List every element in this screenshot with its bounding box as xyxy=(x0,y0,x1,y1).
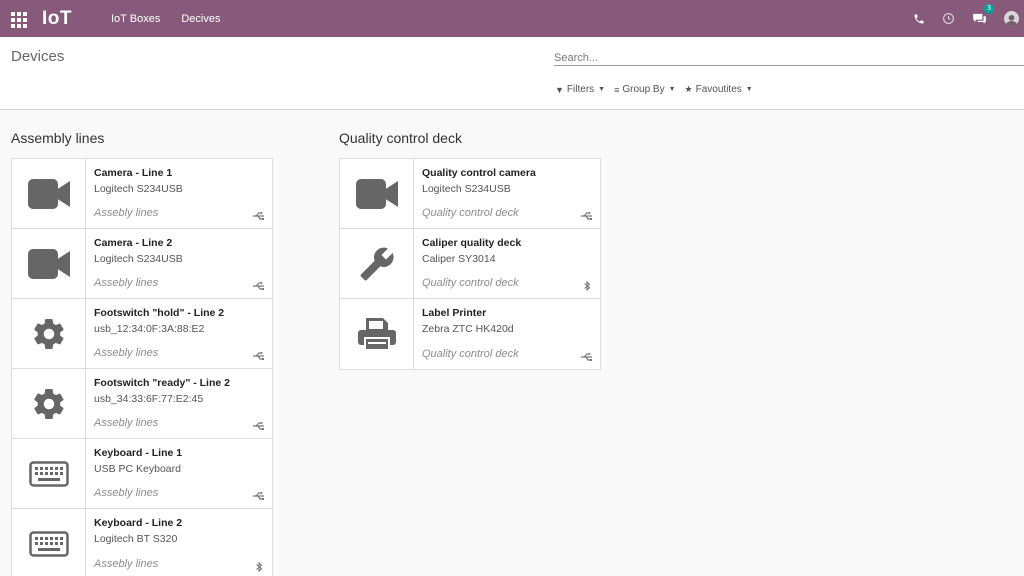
device-card-body: Caliper quality deck Caliper SY3014 Qualit… xyxy=(414,229,600,298)
menu-devices[interactable]: Decives xyxy=(181,13,220,25)
gear-icon xyxy=(12,299,86,368)
device-location: Assebly lines xyxy=(94,558,159,570)
wrench-icon xyxy=(340,229,414,298)
control-panel: Devices ▼ Filters ▼ ≡ Group By ▼ ★ Favou… xyxy=(0,37,1024,110)
device-location: Assebly lines xyxy=(94,417,159,429)
clock-icon[interactable] xyxy=(942,12,955,25)
app-title: IoT xyxy=(42,7,72,29)
device-card[interactable]: Footswitch "ready" - Line 2 usb_34:33:6F:… xyxy=(12,369,272,439)
device-list-assembly-lines: Camera - Line 1 Logitech S234USB Assebly l… xyxy=(11,158,273,576)
gear-icon xyxy=(12,369,86,438)
caret-down-icon: ▼ xyxy=(668,86,676,93)
bluetooth-icon xyxy=(253,559,265,573)
filters-button[interactable]: ▼ Filters ▼ xyxy=(555,84,605,95)
usb-icon xyxy=(581,349,593,361)
printer-icon xyxy=(340,299,414,369)
device-model: USB PC Keyboard xyxy=(94,463,181,475)
search-input[interactable] xyxy=(554,51,1024,66)
device-card-body: Footswitch "ready" - Line 2 usb_34:33:6F:… xyxy=(86,369,272,438)
device-card[interactable]: Camera - Line 2 Logitech S234USB Assebly l… xyxy=(12,229,272,299)
camera-icon xyxy=(12,159,86,228)
device-name: Keyboard - Line 1 xyxy=(94,447,183,459)
filter-icon: ▼ xyxy=(555,84,564,95)
device-model: usb_12:34:0F:3A:88:E2 xyxy=(94,323,205,335)
device-card[interactable]: Camera - Line 1 Logitech S234USB Assebly l… xyxy=(12,159,272,229)
apps-menu-icon[interactable] xyxy=(11,11,27,28)
usb-icon xyxy=(253,348,265,360)
device-model: Logitech BT S320 xyxy=(94,533,178,545)
device-card-body: Quality control camera Logitech S234USB Qu… xyxy=(414,159,600,228)
device-name: Camera - Line 2 xyxy=(94,237,173,249)
group-title-quality-control: Quality control deck xyxy=(339,130,462,146)
device-location: Assebly lines xyxy=(94,277,159,289)
chat-icon[interactable]: 3 xyxy=(972,4,994,25)
device-card[interactable]: Quality control camera Logitech S234USB Qu… xyxy=(340,159,600,229)
device-name: Keyboard - Line 2 xyxy=(94,517,183,529)
top-navbar: IoT IoT Boxes Decives 3 xyxy=(0,0,1024,37)
device-name: Caliper quality deck xyxy=(422,237,522,249)
device-name: Camera - Line 1 xyxy=(94,167,173,179)
device-card-body: Footswitch "hold" - Line 2 usb_12:34:0F:3… xyxy=(86,299,272,368)
device-model: Zebra ZTC HK420d xyxy=(422,323,514,335)
device-name: Quality control camera xyxy=(422,167,536,179)
bluetooth-icon xyxy=(581,278,593,292)
keyboard-icon xyxy=(12,439,86,508)
device-card[interactable]: Keyboard - Line 2 Logitech BT S320 Assebly… xyxy=(12,509,272,576)
device-list-quality-control: Quality control camera Logitech S234USB Qu… xyxy=(339,158,601,370)
device-model: Logitech S234USB xyxy=(94,183,183,195)
device-location: Quality control deck xyxy=(422,348,519,360)
usb-icon xyxy=(581,208,593,220)
device-card[interactable]: Label Printer Zebra ZTC HK420d Quality con… xyxy=(340,299,600,369)
group-by-button[interactable]: ≡ Group By ▼ xyxy=(614,84,675,95)
menu-iot-boxes[interactable]: IoT Boxes xyxy=(111,13,160,25)
device-name: Footswitch "hold" - Line 2 xyxy=(94,307,225,319)
device-model: Caliper SY3014 xyxy=(422,253,496,265)
device-card[interactable]: Caliper quality deck Caliper SY3014 Qualit… xyxy=(340,229,600,299)
favorites-label: Favoutites xyxy=(695,84,742,95)
usb-icon xyxy=(253,488,265,500)
usb-icon xyxy=(253,418,265,430)
camera-icon xyxy=(12,229,86,298)
device-location: Assebly lines xyxy=(94,347,159,359)
caret-down-icon: ▼ xyxy=(598,86,606,93)
keyboard-icon xyxy=(12,509,86,576)
user-avatar[interactable] xyxy=(1004,11,1019,26)
camera-icon xyxy=(340,159,414,228)
device-card-body: Label Printer Zebra ZTC HK420d Quality con… xyxy=(414,299,600,369)
device-location: Quality control deck xyxy=(422,277,519,289)
usb-icon xyxy=(253,278,265,290)
device-name: Footswitch "ready" - Line 2 xyxy=(94,377,230,389)
device-card[interactable]: Footswitch "hold" - Line 2 usb_12:34:0F:3… xyxy=(12,299,272,369)
phone-icon[interactable] xyxy=(913,13,925,25)
device-model: Logitech S234USB xyxy=(422,183,511,195)
favorites-button[interactable]: ★ Favoutites ▼ xyxy=(685,84,753,95)
device-card-body: Keyboard - Line 2 Logitech BT S320 Assebly… xyxy=(86,509,272,576)
device-card-body: Camera - Line 2 Logitech S234USB Assebly l… xyxy=(86,229,272,298)
caret-down-icon: ▼ xyxy=(745,86,753,93)
group-by-label: Group By xyxy=(622,84,665,95)
device-location: Assebly lines xyxy=(94,207,159,219)
device-location: Assebly lines xyxy=(94,487,159,499)
list-icon: ≡ xyxy=(614,84,620,95)
star-icon: ★ xyxy=(684,84,693,94)
device-location: Quality control deck xyxy=(422,207,519,219)
device-card-body: Camera - Line 1 Logitech S234USB Assebly l… xyxy=(86,159,272,228)
breadcrumb[interactable]: Devices xyxy=(11,48,64,65)
device-card-body: Keyboard - Line 1 USB PC Keyboard Assebly … xyxy=(86,439,272,508)
device-card[interactable]: Keyboard - Line 1 USB PC Keyboard Assebly … xyxy=(12,439,272,509)
device-model: Logitech S234USB xyxy=(94,253,183,265)
filters-label: Filters xyxy=(566,84,595,95)
chat-badge: 3 xyxy=(984,4,994,14)
device-model: usb_34:33:6F:77:E2:45 xyxy=(94,393,204,405)
device-name: Label Printer xyxy=(422,307,487,319)
usb-icon xyxy=(253,208,265,220)
group-title-assembly-lines: Assembly lines xyxy=(11,130,105,146)
search-options: ▼ Filters ▼ ≡ Group By ▼ ★ Favoutites ▼ xyxy=(555,84,762,95)
